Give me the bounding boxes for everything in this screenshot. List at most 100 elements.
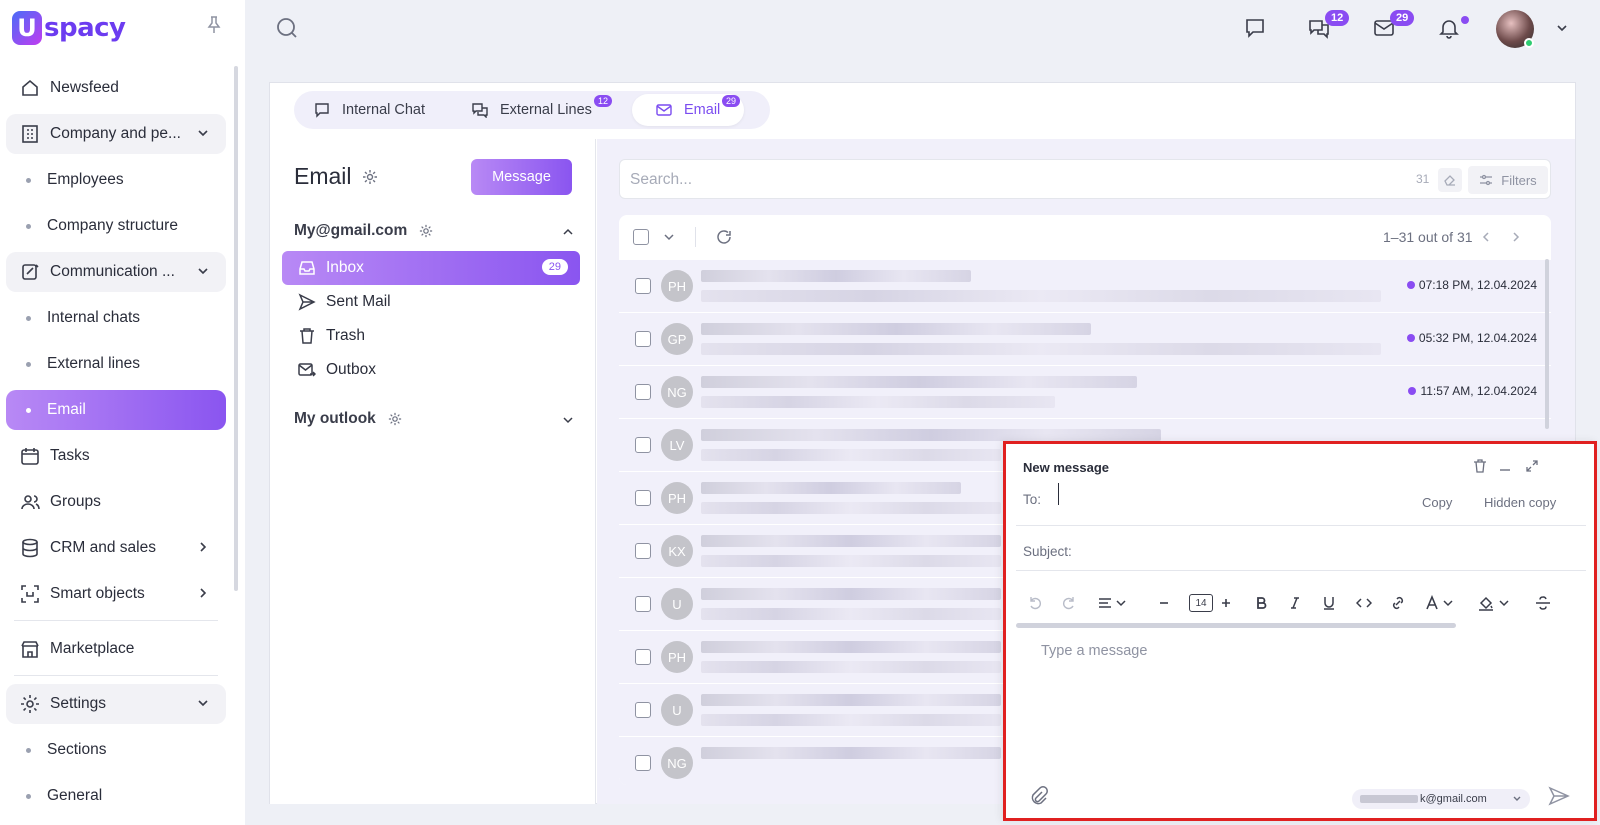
highlight-icon[interactable] <box>1476 593 1496 613</box>
code-icon[interactable] <box>1354 593 1374 613</box>
pin-icon[interactable] <box>206 16 222 34</box>
chevron-down-icon[interactable] <box>196 264 210 278</box>
sidebar-item-communication[interactable]: Communication ... <box>6 252 226 292</box>
unread-count-badge: 29 <box>541 259 568 275</box>
toolbar-scrollbar[interactable] <box>1016 623 1456 628</box>
sidebar-item-smart-objects[interactable]: Smart objects <box>6 574 226 614</box>
mail-row[interactable]: NG 11:57 AM, 12.04.2024 <box>619 365 1551 418</box>
tab-label: Email <box>684 102 721 118</box>
chevron-down-icon[interactable] <box>196 126 210 140</box>
account-outlook[interactable]: My outlook <box>294 409 402 429</box>
sidebar-item-settings[interactable]: Settings <box>6 684 226 724</box>
search-icon[interactable] <box>275 16 299 40</box>
minimize-icon[interactable] <box>1497 458 1513 474</box>
pagination-range: 1–31 out of 31 <box>1383 229 1473 245</box>
row-checkbox[interactable] <box>635 543 651 559</box>
link-icon[interactable] <box>1388 593 1408 613</box>
chevron-up-icon[interactable] <box>562 225 574 237</box>
redacted-subject <box>701 588 1001 600</box>
tab-internal-chat[interactable]: Internal Chat <box>314 94 425 126</box>
gear-icon[interactable] <box>419 224 433 238</box>
font-size-decrease-icon[interactable] <box>1154 593 1174 613</box>
app-logo[interactable]: U spacy <box>12 10 126 46</box>
chevron-down-icon[interactable] <box>1494 593 1514 613</box>
folder-trash[interactable]: Trash <box>282 319 580 353</box>
redacted-subject <box>701 429 1161 441</box>
undo-icon[interactable] <box>1025 593 1045 613</box>
send-icon[interactable] <box>1548 785 1570 807</box>
strikethrough-icon[interactable] <box>1533 593 1553 613</box>
search-input[interactable] <box>630 168 1330 192</box>
message-body[interactable]: Type a message <box>1041 643 1147 659</box>
folder-outbox[interactable]: Outbox <box>282 353 580 387</box>
mail-row[interactable]: PH 07:18 PM, 12.04.2024 <box>619 259 1551 312</box>
mail-row[interactable]: GP 05:32 PM, 12.04.2024 <box>619 312 1551 365</box>
refresh-icon[interactable] <box>715 228 733 246</box>
row-checkbox[interactable] <box>635 596 651 612</box>
sidebar-item-company[interactable]: Company and pe... <box>6 114 226 154</box>
sidebar-item-label: General <box>47 787 103 804</box>
copy-link[interactable]: Copy <box>1422 495 1452 510</box>
row-checkbox[interactable] <box>635 384 651 400</box>
chevron-down-icon[interactable] <box>663 231 675 243</box>
sidebar-item-external-lines[interactable]: External lines <box>6 344 226 384</box>
row-checkbox[interactable] <box>635 437 651 453</box>
bold-icon[interactable] <box>1251 593 1271 613</box>
filters-button[interactable]: Filters <box>1468 166 1548 194</box>
mail-date: 07:18 PM, 12.04.2024 <box>1406 278 1537 292</box>
sidebar-item-email[interactable]: Email <box>6 390 226 430</box>
new-message-button[interactable]: Message <box>471 159 572 195</box>
eraser-icon[interactable] <box>1438 168 1462 192</box>
gear-icon[interactable] <box>388 412 402 426</box>
row-checkbox[interactable] <box>635 702 651 718</box>
folder-sent-mail[interactable]: Sent Mail <box>282 285 580 319</box>
sidebar-item-employees[interactable]: Employees <box>6 160 226 200</box>
tab-external-lines[interactable]: External Lines <box>472 94 592 126</box>
sidebar-item-crm[interactable]: CRM and sales <box>6 528 226 568</box>
redo-icon[interactable] <box>1059 593 1079 613</box>
subject-input[interactable] <box>1086 542 1566 562</box>
trash-icon[interactable] <box>1472 458 1488 474</box>
chats-icon <box>472 102 488 118</box>
sidebar-item-tasks[interactable]: Tasks <box>6 436 226 476</box>
folder-inbox[interactable]: Inbox 29 <box>282 251 580 285</box>
chat-icon[interactable] <box>1243 16 1267 40</box>
expand-icon[interactable] <box>1524 458 1540 474</box>
chevron-down-icon[interactable] <box>1550 16 1574 40</box>
sidebar-item-groups[interactable]: Groups <box>6 482 226 522</box>
sidebar-scrollbar[interactable] <box>234 66 238 591</box>
unread-dot <box>1406 334 1415 342</box>
chevron-down-icon[interactable] <box>1438 593 1458 613</box>
sidebar-item-company-structure[interactable]: Company structure <box>6 206 226 246</box>
row-checkbox[interactable] <box>635 490 651 506</box>
bell-icon[interactable] <box>1437 16 1461 40</box>
underline-icon[interactable] <box>1319 593 1339 613</box>
gear-icon[interactable] <box>362 169 378 185</box>
sidebar-item-general[interactable]: General <box>6 776 226 816</box>
chevron-left-icon[interactable] <box>1479 230 1493 244</box>
account-gmail[interactable]: My@gmail.com <box>294 221 433 241</box>
sidebar-item-sections[interactable]: Sections <box>6 730 226 770</box>
row-checkbox[interactable] <box>635 278 651 294</box>
chevron-right-icon[interactable] <box>196 540 210 554</box>
chevron-right-icon[interactable] <box>1509 230 1523 244</box>
chevron-down-icon[interactable] <box>196 696 210 710</box>
chevron-right-icon[interactable] <box>196 586 210 600</box>
font-size-increase-icon[interactable] <box>1216 593 1236 613</box>
sidebar-item-newsfeed[interactable]: Newsfeed <box>6 68 226 108</box>
row-checkbox[interactable] <box>635 755 651 771</box>
font-size-field[interactable]: 14 <box>1189 594 1213 612</box>
list-scrollbar[interactable] <box>1545 259 1549 429</box>
paperclip-icon[interactable] <box>1028 786 1048 806</box>
row-checkbox[interactable] <box>635 331 651 347</box>
chevron-down-icon[interactable] <box>1111 593 1131 613</box>
row-checkbox[interactable] <box>635 649 651 665</box>
hidden-copy-link[interactable]: Hidden copy <box>1484 495 1556 510</box>
from-account-select[interactable]: k@gmail.com <box>1352 789 1530 809</box>
sidebar-item-internal-chats[interactable]: Internal chats <box>6 298 226 338</box>
sidebar-item-marketplace[interactable]: Marketplace <box>6 629 226 669</box>
chevron-down-icon[interactable] <box>562 413 574 425</box>
italic-icon[interactable] <box>1285 593 1305 613</box>
to-input[interactable] <box>1058 483 1398 505</box>
select-all-checkbox[interactable] <box>633 229 649 245</box>
